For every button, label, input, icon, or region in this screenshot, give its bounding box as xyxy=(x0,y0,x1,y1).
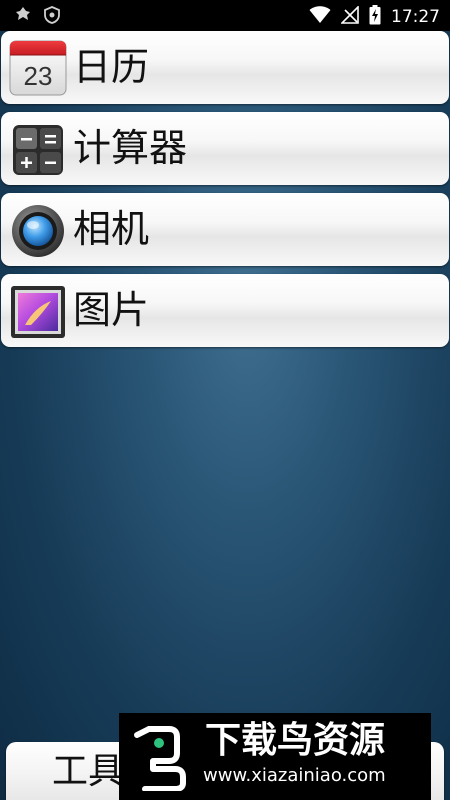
bird-logo-icon xyxy=(129,723,193,792)
wifi-icon xyxy=(309,6,331,28)
watermark-banner: 下载鸟资源 www.xiazainiao.com xyxy=(119,713,431,800)
status-time: 17:27 xyxy=(391,7,440,27)
app-label-calendar: 日历 xyxy=(73,45,150,89)
app-item-calculator[interactable]: 计算器 xyxy=(1,112,449,185)
no-signal-icon xyxy=(340,5,359,28)
camera-icon xyxy=(9,200,67,258)
shield-icon xyxy=(44,6,60,28)
watermark-url: www.xiazainiao.com xyxy=(203,765,386,786)
tools-button-label: 工具 xyxy=(52,751,125,792)
home-screen: 17:27 23 日历 计算器 相机 图片 工具 下载鸟资源 www.xiaza… xyxy=(0,0,450,800)
calendar-icon-date: 23 xyxy=(23,61,53,91)
gallery-icon xyxy=(9,281,67,339)
app-label-camera: 相机 xyxy=(73,207,150,251)
battery-charging-icon xyxy=(369,5,381,29)
app-label-calculator: 计算器 xyxy=(73,126,188,170)
app-label-gallery: 图片 xyxy=(73,288,150,332)
app-item-gallery[interactable]: 图片 xyxy=(1,274,449,347)
app-item-calendar[interactable]: 23 日历 xyxy=(1,31,449,104)
calculator-icon xyxy=(9,119,67,177)
status-bar: 17:27 xyxy=(0,0,450,31)
notification-icon xyxy=(14,6,32,28)
app-item-camera[interactable]: 相机 xyxy=(1,193,449,266)
watermark-title: 下载鸟资源 xyxy=(205,720,386,761)
